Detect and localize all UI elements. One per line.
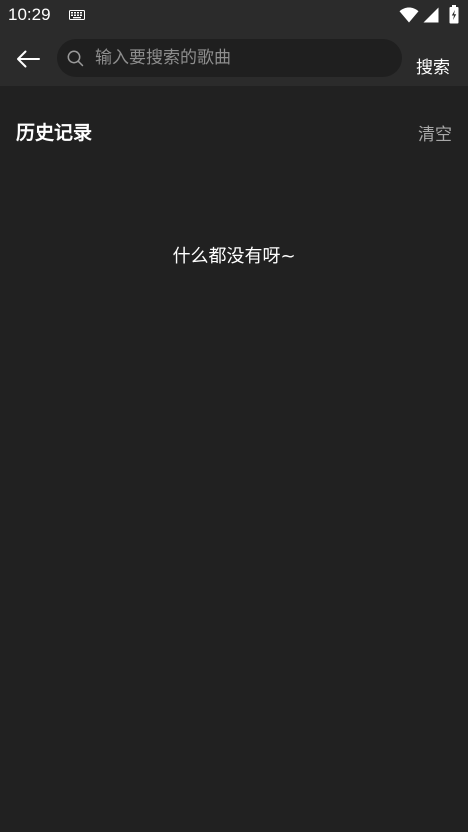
signal-icon xyxy=(423,7,439,23)
arrow-left-icon xyxy=(17,50,40,68)
search-screen: 10:29 输入要搜索的歌曲 搜索 历史记录 清空 什么都没有呀~ xyxy=(0,0,468,832)
search-header: 搜索 xyxy=(0,32,468,86)
search-input[interactable] xyxy=(95,39,390,77)
clear-history-button[interactable]: 清空 xyxy=(418,120,452,145)
search-box[interactable] xyxy=(57,39,402,77)
empty-history-message: 什么都没有呀~ xyxy=(172,246,296,267)
status-bar: 10:29 xyxy=(0,0,468,32)
wifi-icon xyxy=(399,7,419,23)
history-title: 历史记录 xyxy=(16,122,93,144)
back-button[interactable] xyxy=(10,44,46,74)
search-icon xyxy=(67,50,84,67)
battery-icon xyxy=(449,5,459,24)
status-time: 10:29 xyxy=(8,5,51,24)
keyboard-icon xyxy=(69,10,85,20)
search-button[interactable]: 搜索 xyxy=(416,53,450,78)
